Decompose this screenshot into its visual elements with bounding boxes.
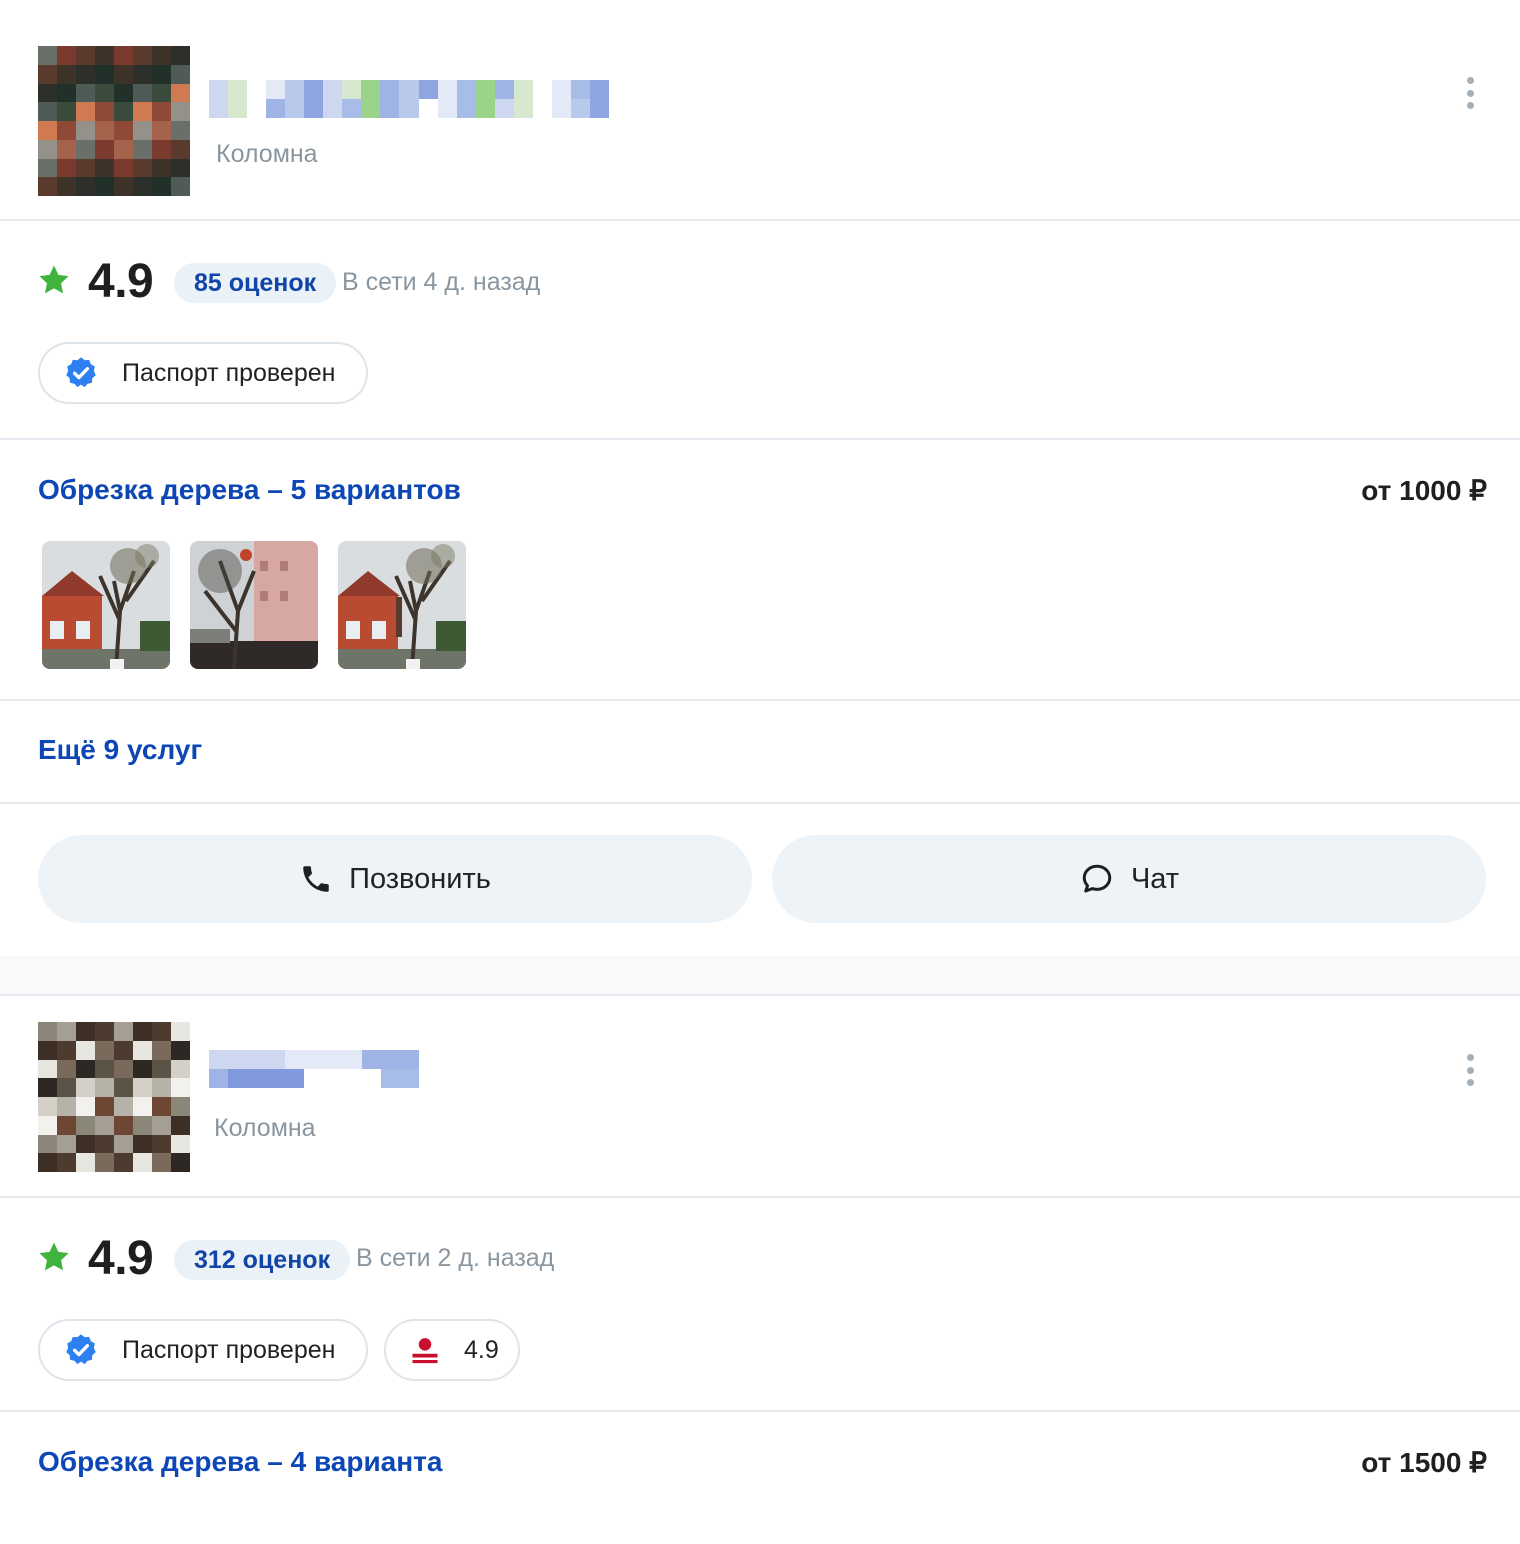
star-icon bbox=[39, 265, 69, 294]
service-photo-2[interactable] bbox=[190, 541, 318, 669]
provider-name[interactable] bbox=[209, 80, 609, 118]
provider-city: Коломна bbox=[216, 140, 318, 168]
chat-button-label: Чат bbox=[1130, 862, 1180, 895]
passport-verified-badge[interactable]: Паспорт проверен bbox=[38, 1319, 368, 1381]
phone-icon bbox=[303, 866, 329, 892]
chat-bubble-icon bbox=[1082, 864, 1112, 893]
rating-value: 4.9 bbox=[88, 1232, 154, 1285]
chat-button[interactable]: Чат bbox=[772, 835, 1486, 923]
listing-card-2: Коломна 4.9 312 оценок В сети 2 д. назад… bbox=[0, 994, 1520, 1544]
more-services-link[interactable]: Ещё 9 услуг bbox=[38, 734, 202, 766]
badge-label: Паспорт проверен bbox=[122, 1335, 336, 1364]
avatar[interactable] bbox=[38, 46, 190, 196]
service-price: от 1500 ₽ bbox=[1361, 1447, 1487, 1478]
service-price: от 1000 ₽ bbox=[1361, 475, 1487, 506]
badge-label: Паспорт проверен bbox=[122, 358, 336, 387]
provider-city: Коломна bbox=[214, 1114, 316, 1142]
last-online: В сети 2 д. назад bbox=[356, 1244, 555, 1272]
card-separator bbox=[0, 956, 1520, 994]
divider bbox=[0, 802, 1520, 804]
service-title-link[interactable]: Обрезка дерева – 5 вариантов bbox=[38, 474, 461, 506]
service-title-link[interactable]: Обрезка дерева – 4 варианта bbox=[38, 1446, 442, 1478]
kebab-menu-icon[interactable] bbox=[1455, 73, 1485, 113]
verified-check-icon bbox=[66, 1334, 96, 1365]
divider bbox=[0, 1410, 1520, 1412]
service-photo-3[interactable] bbox=[338, 541, 466, 669]
call-button[interactable]: Позвонить bbox=[38, 835, 752, 923]
last-online: В сети 4 д. назад bbox=[342, 268, 541, 296]
listing-card-1: Коломна 4.9 85 оценок В сети 4 д. назад … bbox=[0, 0, 1520, 956]
passport-verified-badge[interactable]: Паспорт проверен bbox=[38, 342, 368, 404]
divider bbox=[0, 1196, 1520, 1198]
service-photo-1[interactable] bbox=[42, 541, 170, 669]
kebab-menu-icon[interactable] bbox=[1455, 1050, 1485, 1090]
reviews-count-link[interactable]: 85 оценок bbox=[174, 263, 337, 303]
divider bbox=[0, 699, 1520, 701]
person-icon bbox=[412, 1338, 438, 1364]
badge-label: 4.9 bbox=[464, 1335, 499, 1364]
external-rating-badge[interactable]: 4.9 bbox=[384, 1319, 520, 1381]
divider bbox=[0, 438, 1520, 440]
avatar[interactable] bbox=[38, 1022, 190, 1172]
rating-value: 4.9 bbox=[88, 255, 154, 308]
star-icon bbox=[39, 1242, 69, 1271]
verified-check-icon bbox=[66, 357, 96, 388]
provider-name[interactable] bbox=[209, 1050, 419, 1088]
reviews-count-link[interactable]: 312 оценок bbox=[174, 1240, 351, 1280]
call-button-label: Позвонить bbox=[349, 862, 491, 895]
divider bbox=[0, 219, 1520, 221]
